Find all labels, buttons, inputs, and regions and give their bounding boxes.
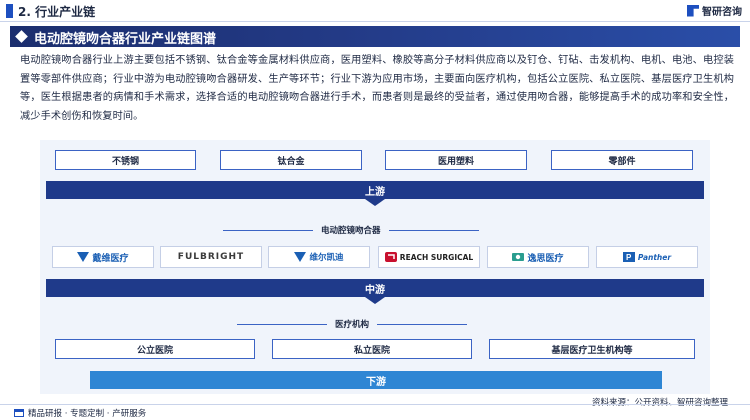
company-name: 戴维医疗 [92, 253, 129, 264]
report-icon [14, 409, 24, 417]
david-icon [77, 252, 90, 262]
company-logo-ezisurg: 逸思医疗 [487, 246, 589, 268]
ezisurg-icon [512, 253, 525, 261]
company-name: Panther [637, 252, 672, 262]
footer-divider [0, 404, 750, 405]
description-paragraph: 电动腔镜吻合器行业上游主要包括不锈钢、钛合金等金属材料供应商，医用塑料、橡胶等高… [20, 55, 734, 122]
stage-downstream: 下游 [90, 371, 662, 389]
company-logo-weierkaidi: 维尔凯迪 [268, 246, 370, 268]
reach-surgical-icon [384, 252, 397, 262]
section-title: 2. 行业产业链 [18, 5, 96, 19]
upstream-item-stainless-steel: 不锈钢 [55, 150, 196, 170]
company-name: FULBRIGHT [177, 252, 245, 262]
divider-line [388, 229, 479, 231]
weierkaidi-icon [294, 252, 307, 262]
downstream-heading: 医疗机构 [237, 318, 468, 330]
footer-text: 精品研报 · 专题定制 · 产研服务 [28, 409, 147, 419]
data-source: 资料来源：公开资料、智研咨询整理 [591, 398, 728, 408]
company-logo-fulbright: FULBRIGHT [160, 246, 262, 268]
downstream-item-primary-care: 基层医疗卫生机构等 [489, 339, 695, 359]
downstream-heading-text: 医疗机构 [335, 320, 370, 330]
brand-name: 智研咨询 [702, 7, 742, 18]
company-logo-reach-surgical: REACH SURGICAL [378, 246, 480, 268]
diamond-icon [15, 30, 28, 43]
header-divider [0, 21, 750, 22]
stage-upstream: 上游 [46, 181, 704, 199]
upstream-item-titanium-alloy: 钛合金 [220, 150, 362, 170]
downstream-item-public-hospital: 公立医院 [55, 339, 255, 359]
midstream-heading: 电动腔镜吻合器 [223, 224, 479, 236]
upstream-item-components: 零部件 [551, 150, 693, 170]
page-header: 2. 行业产业链 智研咨询 [0, 0, 750, 22]
header-accent-bar [6, 4, 13, 18]
downstream-item-private-hospital: 私立医院 [272, 339, 472, 359]
divider-line [223, 229, 313, 231]
company-logo-panther: P Panther [596, 246, 698, 268]
arrow-down-icon [365, 297, 385, 304]
brand-logo: 智研咨询 [687, 3, 742, 18]
footer-tagline: 精品研报 · 专题定制 · 产研服务 [14, 407, 146, 419]
midstream-heading-text: 电动腔镜吻合器 [321, 226, 381, 236]
svg-text:P: P [626, 253, 632, 262]
divider-line [237, 323, 327, 325]
brand-logo-icon [687, 4, 699, 17]
company-name: 维尔凯迪 [309, 253, 344, 263]
upstream-item-medical-plastic: 医用塑料 [385, 150, 527, 170]
banner-title: 电动腔镜吻合器行业产业链图谱 [34, 32, 217, 47]
company-name: 逸思医疗 [527, 253, 564, 264]
title-banner: 电动腔镜吻合器行业产业链图谱 [10, 26, 740, 47]
arrow-down-icon [365, 199, 385, 206]
company-logo-david: 戴维医疗 [52, 246, 154, 268]
company-name: REACH SURGICAL [399, 252, 474, 262]
stage-midstream: 中游 [46, 279, 704, 297]
panther-icon: P [622, 252, 635, 262]
divider-line [377, 323, 468, 325]
